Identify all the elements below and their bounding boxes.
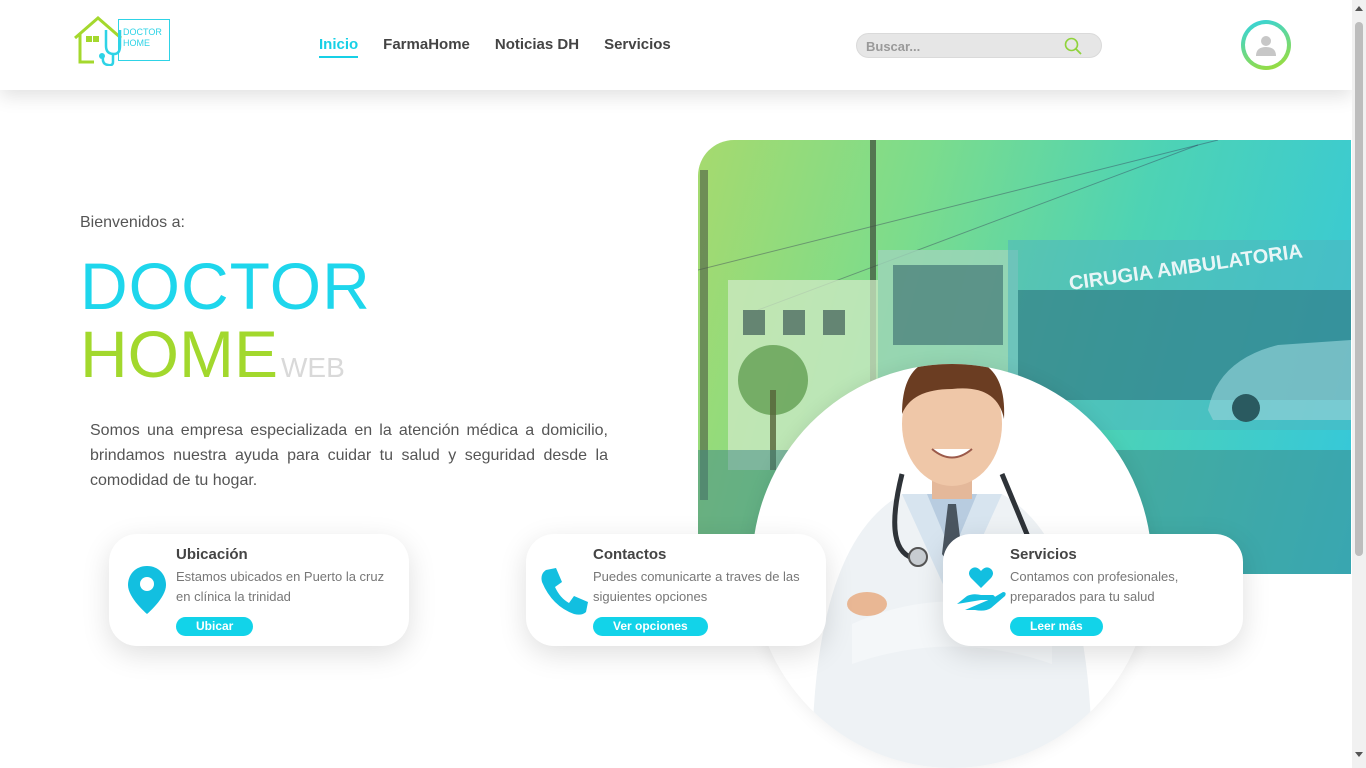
card-title: Ubicación <box>176 546 248 563</box>
card-ubicacion: Ubicación Estamos ubicados en Puerto la … <box>109 534 409 646</box>
header: DOCTOR HOME Inicio FarmaHome Noticias DH… <box>0 0 1352 90</box>
page-scrollbar[interactable] <box>1352 0 1366 768</box>
phone-icon <box>541 568 588 615</box>
avatar-inner <box>1245 24 1287 66</box>
card-servicios: Servicios Contamos con profesionales, pr… <box>943 534 1243 646</box>
hero-title-line1: DOCTOR <box>80 249 371 323</box>
card-title: Contactos <box>593 546 667 563</box>
card-text: Puedes comunicarte a traves de las sigui… <box>593 569 800 604</box>
nav-farmahome[interactable]: FarmaHome <box>383 36 470 58</box>
search-icon[interactable] <box>1063 36 1083 56</box>
location-pin-icon <box>128 566 166 614</box>
search-bar <box>856 33 1102 58</box>
nav-inicio[interactable]: Inicio <box>319 36 359 58</box>
heart-hand-icon <box>957 567 1006 611</box>
user-avatar-icon <box>1256 36 1276 56</box>
avatar[interactable] <box>1241 20 1291 70</box>
nav-noticias-dh[interactable]: Noticias DH <box>495 36 579 58</box>
hero-title-line2: HOME <box>80 317 278 391</box>
logo-line1: DOCTOR <box>123 27 162 37</box>
hero-title-suffix: WEB <box>281 352 345 383</box>
card-contactos: Contactos Puedes comunicarte a traves de… <box>526 534 826 646</box>
card-title: Servicios <box>1010 546 1077 563</box>
card-text: Estamos ubicados en Puerto la cruz en cl… <box>176 569 385 604</box>
scroll-up-arrow-icon[interactable] <box>1355 6 1363 11</box>
card-text: Contamos con profesionales, preparados p… <box>1010 569 1179 604</box>
scroll-down-arrow-icon[interactable] <box>1355 752 1363 757</box>
logo-text: DOCTOR HOME <box>123 27 162 49</box>
hero-description: Somos una empresa especializada en la at… <box>90 422 608 489</box>
ubicar-button[interactable]: Ubicar <box>176 617 254 636</box>
scrollbar-thumb[interactable] <box>1355 22 1363 556</box>
leer-mas-button[interactable]: Leer más <box>1010 617 1103 636</box>
logo-line2: HOME <box>123 38 150 48</box>
ver-opciones-button[interactable]: Ver opciones <box>593 617 708 636</box>
nav-servicios[interactable]: Servicios <box>604 36 671 58</box>
main-nav: Inicio FarmaHome Noticias DH Servicios <box>319 36 671 58</box>
logo[interactable]: DOCTOR HOME <box>72 16 172 67</box>
welcome-text: Bienvenidos a: <box>80 214 185 231</box>
search-input[interactable] <box>866 37 1056 55</box>
